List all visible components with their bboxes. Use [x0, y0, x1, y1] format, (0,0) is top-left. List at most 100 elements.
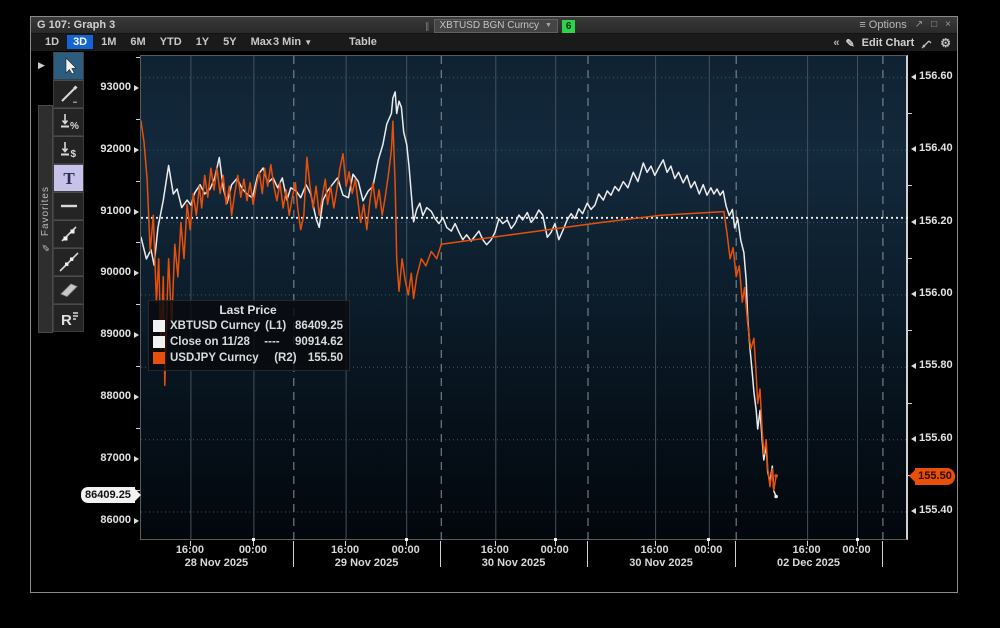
right-axis-tick-label: 155.60 — [919, 432, 953, 444]
range-tab-1m[interactable]: 1M — [95, 35, 122, 49]
x-axis-time-label: 00:00 — [386, 544, 426, 556]
options-menu-button[interactable]: ≡ Options — [859, 17, 906, 33]
x-axis-boundary-tick — [735, 541, 736, 567]
right-axis-minor-tick — [908, 113, 912, 114]
chevron-down-icon: ▼ — [304, 38, 312, 47]
x-axis-time-label: 16:00 — [635, 544, 675, 556]
range-tab-5y[interactable]: 5Y — [217, 35, 242, 49]
gear-icon[interactable]: ⚙ — [940, 36, 951, 50]
x-axis-time-label: 00:00 — [837, 544, 877, 556]
range-tab-1y[interactable]: 1Y — [190, 35, 215, 49]
x-axis-session-dot — [252, 538, 255, 541]
legend-row[interactable]: XBTUSD Curncy(L1)86409.25 — [153, 318, 343, 334]
maximize-icon[interactable]: □ — [931, 17, 937, 33]
x-axis-time-label: 16:00 — [787, 544, 827, 556]
right-axis-minor-tick — [908, 330, 912, 331]
terminal-window: G 107: Graph 3 ∥ XBTUSD BGN Curncy ▼ 6 ≡… — [30, 16, 958, 593]
left-axis-minor-tick — [136, 428, 140, 429]
drawing-toolbar: % $ T R — [53, 52, 84, 332]
draw-line-tool[interactable] — [53, 80, 84, 108]
x-axis-date-label: 02 Dec 2025 — [761, 557, 857, 569]
right-axis-tick — [911, 363, 916, 369]
security-ticker: XBTUSD BGN Curncy — [440, 18, 539, 34]
legend-row[interactable]: Close on 11/28 ---- 90914.62 — [153, 334, 343, 350]
x-axis-session-dot — [405, 538, 408, 541]
price-change-tool[interactable]: $ — [53, 136, 84, 164]
legend-rows: XBTUSD Curncy(L1)86409.25 Close on 11/28-… — [153, 318, 343, 366]
range-tab-1d[interactable]: 1D — [39, 35, 65, 49]
x-axis-time-label: 00:00 — [535, 544, 575, 556]
interval-dropdown[interactable]: 3 Min ▼ — [273, 36, 312, 48]
left-axis-tick — [134, 147, 139, 153]
menu-icon: ≡ — [859, 19, 865, 31]
chevron-down-icon: ▼ — [545, 18, 552, 34]
x-axis-date-label: 28 Nov 2025 — [168, 557, 264, 569]
popout-icon[interactable]: ↗ — [915, 17, 923, 33]
drag-grip-icon: ∥ — [425, 18, 430, 34]
x-axis-date-label: 30 Nov 2025 — [613, 557, 709, 569]
horizontal-line-tool-icon — [57, 194, 81, 218]
left-axis-tick-label: 93000 — [81, 81, 131, 93]
legend-swatch — [153, 336, 165, 348]
title-bar: G 107: Graph 3 ∥ XBTUSD BGN Curncy ▼ 6 ≡… — [31, 17, 957, 34]
x-axis-time-label: 00:00 — [688, 544, 728, 556]
channel-tool[interactable] — [53, 276, 84, 304]
legend-title: Last Price — [153, 303, 343, 317]
security-field[interactable]: XBTUSD BGN Curncy ▼ — [434, 19, 558, 33]
legend-axis-tag: (L1) — [265, 320, 290, 332]
regression-tool[interactable]: R — [53, 304, 84, 332]
left-axis-tick-label: 88000 — [81, 390, 131, 402]
range-tab-6m[interactable]: 6M — [124, 35, 151, 49]
text-annotation-tool[interactable]: T — [53, 164, 84, 192]
chart-plot-area[interactable] — [140, 55, 908, 540]
channel-tool-icon — [57, 278, 81, 302]
range-tab-3d[interactable]: 3D — [67, 35, 93, 49]
left-axis-tick-label: 87000 — [81, 452, 131, 464]
x-axis-date-label: 29 Nov 2025 — [319, 557, 415, 569]
trendline-tool[interactable] — [53, 220, 84, 248]
edit-chart-button[interactable]: Edit Chart — [862, 37, 915, 49]
range-tab-ytd[interactable]: YTD — [154, 35, 188, 49]
edit-chart-group: « ✎ Edit Chart ⚙ — [833, 36, 951, 50]
legend[interactable]: Last Price XBTUSD Curncy(L1)86409.25Clos… — [148, 300, 350, 371]
right-axis-tick-label: 156.20 — [919, 215, 953, 227]
close-icon[interactable]: × — [945, 17, 951, 33]
cursor-tool[interactable] — [53, 52, 84, 80]
right-axis-tick-label: 155.80 — [919, 359, 953, 371]
draw-line-tool-icon — [57, 82, 81, 106]
x-axis-time-label: 00:00 — [233, 544, 273, 556]
legend-label: USDJPY Curncy — [170, 352, 269, 364]
legend-row[interactable]: USDJPY Curncy(R2)155.50 — [153, 350, 343, 366]
text-annotation-tool-icon: T — [57, 166, 81, 190]
collapse-panel-icon[interactable]: « — [833, 37, 838, 49]
x-axis-session-dot — [856, 538, 859, 541]
left-axis-tick — [134, 270, 139, 276]
panel-number-badge[interactable]: 6 — [562, 20, 576, 33]
right-axis-tick — [911, 291, 916, 297]
percent-change-tool[interactable]: % — [53, 108, 84, 136]
legend-value: 90914.62 — [295, 336, 343, 348]
left-axis-minor-tick — [136, 119, 140, 120]
price-change-tool-icon: $ — [57, 138, 81, 162]
horizontal-line-tool[interactable] — [53, 192, 84, 220]
favorites-tab[interactable]: ✎ Favorites — [38, 105, 53, 333]
extended-trendline-tool[interactable] — [53, 248, 84, 276]
security-group: ∥ XBTUSD BGN Curncy ▼ 6 — [425, 18, 575, 34]
left-axis-tick-label: 92000 — [81, 143, 131, 155]
right-axis-tick — [911, 508, 916, 514]
range-tabs: 1D3D1M6MYTD1Y5YMax — [39, 35, 278, 49]
options-label: Options — [869, 19, 907, 31]
left-axis-tick — [134, 332, 139, 338]
annotate-chart-icon[interactable] — [921, 37, 933, 49]
legend-label: Close on 11/28 — [170, 336, 259, 348]
svg-text:R: R — [61, 312, 72, 329]
legend-axis-tag: ---- — [264, 336, 290, 348]
svg-text:$: $ — [70, 149, 76, 160]
trendline-tool-icon — [57, 222, 81, 246]
table-button[interactable]: Table — [349, 36, 377, 48]
legend-swatch — [153, 352, 165, 364]
flyout-arrow-icon[interactable]: ▶ — [38, 60, 45, 71]
pencil-icon: ✎ — [40, 240, 51, 252]
extended-trendline-tool-icon — [57, 250, 81, 274]
left-axis-tick-label: 86000 — [81, 514, 131, 526]
